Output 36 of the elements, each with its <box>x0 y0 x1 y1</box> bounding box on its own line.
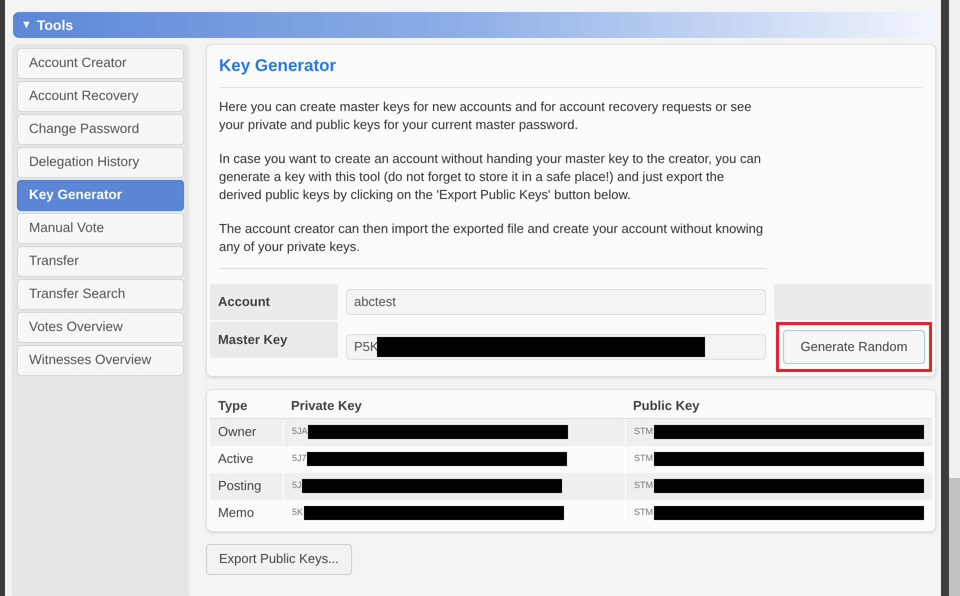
key-text: 5J7 <box>292 452 306 466</box>
field-label: Master Key <box>210 322 338 358</box>
section-header[interactable]: ▼ Tools <box>12 12 936 38</box>
key-text: STM <box>634 506 653 520</box>
sidebar-item[interactable]: Change Password <box>16 114 184 145</box>
sidebar-item[interactable]: Votes Overview <box>16 312 184 343</box>
field-label: Account <box>210 284 338 320</box>
collapse-icon[interactable]: ▼ <box>20 16 32 34</box>
key-text: 5JA <box>292 425 308 438</box>
key-text: STM <box>634 425 653 438</box>
table-cell-text: Memo <box>216 504 256 522</box>
table-cell-text: Active <box>216 450 254 468</box>
panel-title: Key Generator <box>218 53 923 88</box>
generate-button[interactable]: Generate Random <box>782 330 925 364</box>
sidebar-item[interactable]: Account Creator <box>16 48 184 79</box>
sidebar-item[interactable]: Manual Vote <box>16 213 184 244</box>
sidebar-item[interactable]: Transfer <box>16 246 184 277</box>
sidebar-item[interactable]: Key Generator <box>16 180 184 211</box>
table-cell: Owner <box>210 418 283 446</box>
key-text: 5J <box>292 479 302 492</box>
sidebar-item[interactable]: Account Recovery <box>16 81 184 112</box>
sidebar-item[interactable]: Witnesses Overview <box>16 345 184 376</box>
input-field[interactable]: abctest <box>346 288 766 314</box>
export-button[interactable]: Export Public Keys... <box>206 544 352 574</box>
key-text: STM <box>634 479 653 492</box>
key-text: STM <box>634 452 653 466</box>
input-field[interactable]: P5K <box>346 334 766 360</box>
section-title: Tools <box>36 16 74 34</box>
description-text: In case you want to create an account without handing your master key to the creator, you can generate a key with this tool (do not forget to store it in a safe place!) and just export the derived public keys by clicking on the 'Export Public Keys' button below. <box>218 150 762 204</box>
table-cell: Posting <box>210 472 283 500</box>
sidebar-item[interactable]: Delegation History <box>16 147 184 178</box>
sidebar-item[interactable]: Transfer Search <box>16 279 184 310</box>
key-text: 5K <box>292 506 303 520</box>
scrollbar[interactable] <box>949 0 960 596</box>
description-text: Here you can create master keys for new accounts and for account recovery requests or see your private and public keys for your current master password. <box>218 98 753 134</box>
description-text: The account creator can then import the exported file and create your account without knowing any of your private keys. <box>218 220 764 256</box>
